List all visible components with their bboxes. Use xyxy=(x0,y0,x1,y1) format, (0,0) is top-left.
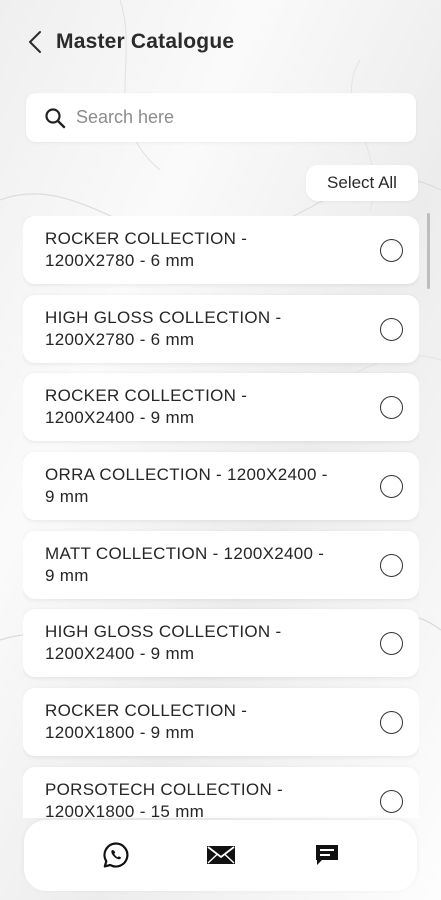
list-item[interactable]: MATT COLLECTION - 1200X2400 - 9 mm xyxy=(23,531,419,599)
radio-button[interactable] xyxy=(380,318,403,341)
list-item[interactable]: PORSOTECH COLLECTION - 1200X1800 - 15 mm xyxy=(23,767,419,818)
whatsapp-button[interactable] xyxy=(101,840,131,870)
search-bar[interactable] xyxy=(26,93,416,142)
collection-list: ROCKER COLLECTION - 1200X2780 - 6 mm HIG… xyxy=(23,216,419,818)
whatsapp-icon xyxy=(103,842,129,868)
search-icon xyxy=(45,107,66,128)
page-title: Master Catalogue xyxy=(56,30,235,53)
scrollbar[interactable] xyxy=(427,213,430,289)
radio-button[interactable] xyxy=(380,711,403,734)
list-item[interactable]: HIGH GLOSS COLLECTION - 1200X2780 - 6 mm xyxy=(23,295,419,363)
collection-label: ROCKER COLLECTION - 1200X2780 - 6 mm xyxy=(45,229,248,270)
mail-icon xyxy=(207,846,235,864)
chat-icon xyxy=(316,845,338,865)
sms-button[interactable] xyxy=(312,840,342,870)
search-input[interactable] xyxy=(76,107,376,128)
radio-button[interactable] xyxy=(380,475,403,498)
collection-label: HIGH GLOSS COLLECTION - 1200X2780 - 6 mm xyxy=(45,308,282,349)
top-bar: Master Catalogue xyxy=(0,0,441,84)
radio-button[interactable] xyxy=(380,239,403,262)
back-button[interactable] xyxy=(28,28,50,56)
list-item[interactable]: ORRA COLLECTION - 1200X2400 - 9 mm xyxy=(23,452,419,520)
radio-button[interactable] xyxy=(380,554,403,577)
radio-button[interactable] xyxy=(380,790,403,813)
radio-button[interactable] xyxy=(380,632,403,655)
list-item[interactable]: ROCKER COLLECTION - 1200X1800 - 9 mm xyxy=(23,688,419,756)
collection-label: MATT COLLECTION - 1200X2400 - 9 mm xyxy=(45,544,325,585)
collection-label: ROCKER COLLECTION - 1200X1800 - 9 mm xyxy=(45,701,248,742)
list-item[interactable]: ROCKER COLLECTION - 1200X2780 - 6 mm xyxy=(23,216,419,284)
list-item[interactable]: ROCKER COLLECTION - 1200X2400 - 9 mm xyxy=(23,373,419,441)
list-item[interactable]: HIGH GLOSS COLLECTION - 1200X2400 - 9 mm xyxy=(23,609,419,677)
select-all-button[interactable]: Select All xyxy=(306,165,418,201)
collection-label: PORSOTECH COLLECTION - 1200X1800 - 15 mm xyxy=(45,780,284,818)
bottom-action-bar xyxy=(24,820,417,891)
collection-label: HIGH GLOSS COLLECTION - 1200X2400 - 9 mm xyxy=(45,622,282,663)
chevron-left-icon xyxy=(29,31,41,53)
collection-label: ROCKER COLLECTION - 1200X2400 - 9 mm xyxy=(45,386,248,427)
email-button[interactable] xyxy=(206,840,236,870)
collection-label: ORRA COLLECTION - 1200X2400 - 9 mm xyxy=(45,465,328,506)
radio-button[interactable] xyxy=(380,396,403,419)
